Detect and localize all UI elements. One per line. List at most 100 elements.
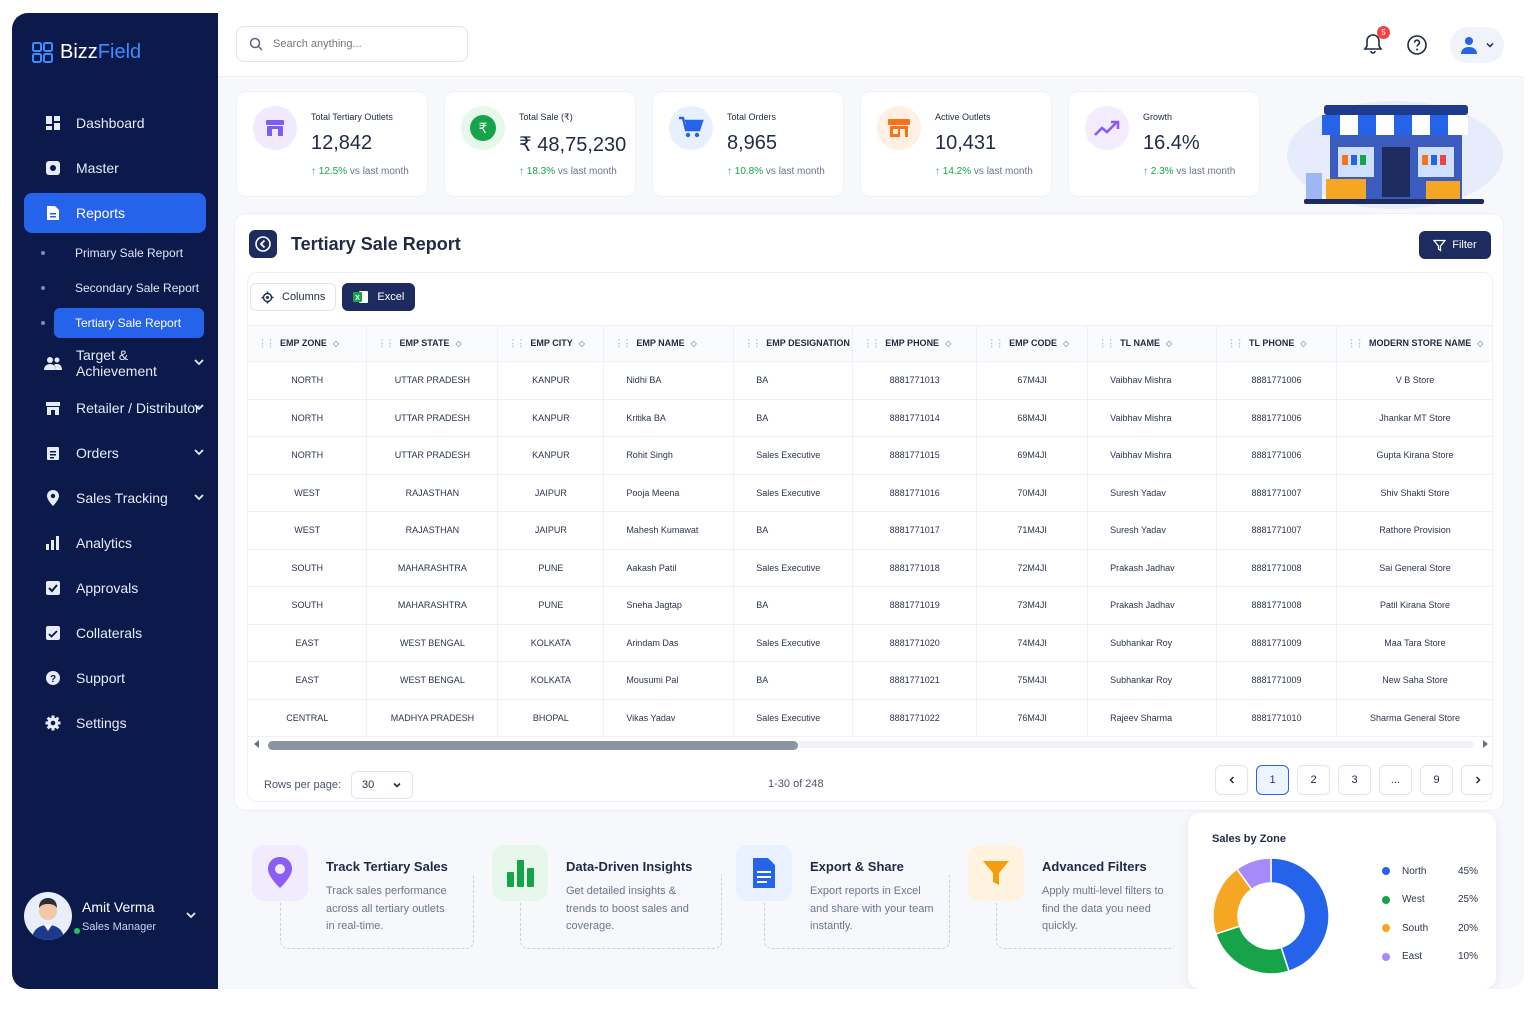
table-cell: 8881771019: [852, 586, 978, 625]
table-row[interactable]: EAST WEST BENGAL KOLKATA Arindam Das Sales E…: [248, 624, 1492, 662]
horizontal-scrollbar[interactable]: [252, 739, 1490, 750]
brand-logo[interactable]: BizzField: [32, 41, 141, 64]
users-icon: [44, 354, 62, 372]
sidebar-item-collaterals[interactable]: Collaterals: [24, 613, 206, 653]
table-cell: RAJASTHAN: [366, 474, 499, 512]
search-box[interactable]: [236, 26, 468, 62]
check-square-icon: [44, 579, 62, 597]
column-header-modern-store-name[interactable]: ⋮⋮ MODERN STORE NAME ◇: [1336, 325, 1492, 362]
table-row[interactable]: SOUTH MAHARASHTRA PUNE Sneha Jagtap BA 888177…: [248, 586, 1492, 625]
sidebar-item-target-achievement[interactable]: Target & Achievement: [24, 343, 206, 383]
sidebar-item-dashboard[interactable]: Dashboard: [24, 103, 206, 143]
sidebar-item-reports[interactable]: Reports: [24, 193, 206, 233]
table-cell: RAJASTHAN: [366, 511, 499, 550]
table-cell: UTTAR PRADESH: [366, 436, 499, 475]
page-title: Tertiary Sale Report: [291, 233, 461, 254]
table-cell: Sai General Store: [1336, 549, 1492, 587]
sidebar-subitem-secondary-sale-report[interactable]: Secondary Sale Report: [41, 273, 204, 303]
table-cell: 8881771008: [1216, 586, 1337, 625]
table-cell: 8881771007: [1216, 474, 1337, 512]
sidebar-item-support[interactable]: ? Support: [24, 658, 206, 698]
table-cell: 8881771015: [852, 436, 978, 475]
sidebar-item-orders[interactable]: Orders: [24, 433, 206, 473]
pagination-page-1[interactable]: 1: [1256, 765, 1289, 795]
sidebar-item-master[interactable]: Master: [24, 148, 206, 188]
user-profile[interactable]: Amit Verma Sales Manager: [24, 888, 214, 944]
stat-value: 8,965: [727, 132, 778, 154]
feature-description: Export reports in Excel and share with y…: [810, 885, 934, 932]
notifications-button[interactable]: 5: [1362, 25, 1390, 59]
column-header-emp-state[interactable]: ⋮⋮ EMP STATE ◇: [366, 325, 499, 362]
column-header-emp-designation[interactable]: ⋮⋮ EMP DESIGNATION: [733, 325, 854, 362]
column-header-emp-city[interactable]: ⋮⋮ EMP CITY ◇: [497, 325, 605, 362]
reports-submenu: Primary Sale Report Secondary Sale Repor…: [40, 238, 218, 338]
sidebar-item-label: Analytics: [76, 535, 133, 551]
column-header-emp-name[interactable]: ⋮⋮ EMP NAME ◇: [603, 325, 735, 362]
top-bar: 5: [218, 13, 1524, 77]
bar-chart-icon: [44, 534, 62, 552]
sidebar-item-approvals[interactable]: Approvals: [24, 568, 206, 608]
stat-change: ↑ 12.5% vs last month: [311, 166, 409, 177]
scroll-right-icon[interactable]: [1480, 739, 1490, 749]
table-cell: 8881771014: [852, 399, 978, 437]
avatar: [24, 892, 72, 940]
help-icon[interactable]: [1406, 34, 1428, 56]
table-row[interactable]: NORTH UTTAR PRADESH KANPUR Kritika BA BA 8881…: [248, 399, 1492, 437]
sidebar-item-retailer-distributor[interactable]: Retailer / Distributor: [24, 388, 206, 428]
search-input[interactable]: [273, 38, 453, 50]
table-row[interactable]: EAST WEST BENGAL KOLKATA Mousumi Pal BA 88817…: [248, 661, 1492, 700]
sidebar-item-label: Target & Achievement: [76, 347, 157, 379]
table-cell: JAIPUR: [497, 474, 605, 512]
user-icon: [1461, 37, 1477, 54]
filter-button[interactable]: Filter: [1419, 231, 1491, 259]
sidebar-subitem-primary-sale-report[interactable]: Primary Sale Report: [41, 238, 204, 268]
table-cell: V B Store: [1336, 361, 1492, 400]
scrollbar-thumb[interactable]: [268, 741, 798, 750]
chevron-right-icon: [1475, 776, 1481, 784]
table-cell: 8881771010: [1216, 699, 1337, 737]
user-menu-button[interactable]: [1450, 27, 1504, 63]
table-row[interactable]: NORTH UTTAR PRADESH KANPUR Nidhi BA BA 888177…: [248, 361, 1492, 400]
pagination-prev-button[interactable]: [1215, 765, 1248, 795]
table-row[interactable]: SOUTH MAHARASHTRA PUNE Aakash Patil Sales Ex…: [248, 549, 1492, 587]
scroll-left-icon[interactable]: [252, 739, 262, 749]
table-row[interactable]: CENTRAL MADHYA PRADESH BHOPAL Vikas Yadav Sa…: [248, 699, 1492, 737]
table-cell: 8881771007: [1216, 511, 1337, 550]
columns-button[interactable]: Columns: [250, 283, 337, 311]
table-cell: NORTH: [248, 399, 368, 437]
table-cell: 69M4JI: [976, 436, 1089, 475]
rows-per-page-select[interactable]: 30: [351, 771, 414, 799]
pagination-next-button[interactable]: [1461, 765, 1492, 795]
sidebar-subitem-tertiary-sale-report[interactable]: Tertiary Sale Report: [41, 308, 204, 338]
table-cell: Sneha Jagtap: [603, 586, 735, 625]
table-cell: NORTH: [248, 436, 368, 475]
sidebar-nav: Dashboard Master Reports Primary Sale Re…: [12, 98, 218, 748]
sidebar-item-label: Dashboard: [76, 115, 145, 131]
stat-label: Total Sale (₹): [519, 112, 573, 122]
stat-card-total-tertiary-outlets: Total Tertiary Outlets 12,842 ↑ 12.5% vs…: [236, 91, 428, 197]
sidebar-item-settings[interactable]: Settings: [24, 703, 206, 743]
table-row[interactable]: WEST RAJASTHAN JAIPUR Mahesh Kumawat BA 88817…: [248, 511, 1492, 550]
table-cell: EAST: [248, 661, 368, 700]
pagination-page-2[interactable]: 2: [1297, 765, 1330, 795]
legend-swatch: [1382, 867, 1390, 876]
column-header-tl-phone[interactable]: ⋮⋮ TL PHONE ◇: [1216, 325, 1337, 362]
table-row[interactable]: NORTH UTTAR PRADESH KANPUR Rohit Singh Sales…: [248, 436, 1492, 475]
file-icon: [44, 204, 62, 222]
sidebar-item-sales-tracking[interactable]: Sales Tracking: [24, 478, 206, 518]
pagination-page-9[interactable]: 9: [1420, 765, 1453, 795]
donut-slice-west[interactable]: [1214, 925, 1290, 975]
pagination-page-3[interactable]: 3: [1338, 765, 1371, 795]
back-button[interactable]: [249, 230, 277, 258]
column-header-emp-zone[interactable]: ⋮⋮ EMP ZONE ◇: [248, 325, 368, 362]
sidebar-item-analytics[interactable]: Analytics: [24, 523, 206, 563]
column-header-tl-name[interactable]: ⋮⋮ TL NAME ◇: [1087, 325, 1218, 362]
table-cell: MAHARASHTRA: [366, 549, 499, 587]
feature-title: Export & Share: [810, 859, 904, 874]
table-row[interactable]: WEST RAJASTHAN JAIPUR Pooja Meena Sales Exec…: [248, 474, 1492, 512]
column-header-emp-code[interactable]: ⋮⋮ EMP CODE ◇: [976, 325, 1089, 362]
chevron-down-icon[interactable]: [184, 908, 198, 922]
excel-export-button[interactable]: X Excel: [342, 283, 416, 311]
column-header-emp-phone[interactable]: ⋮⋮ EMP PHONE ◇: [852, 325, 978, 362]
table-cell: Nidhi BA: [603, 361, 735, 400]
